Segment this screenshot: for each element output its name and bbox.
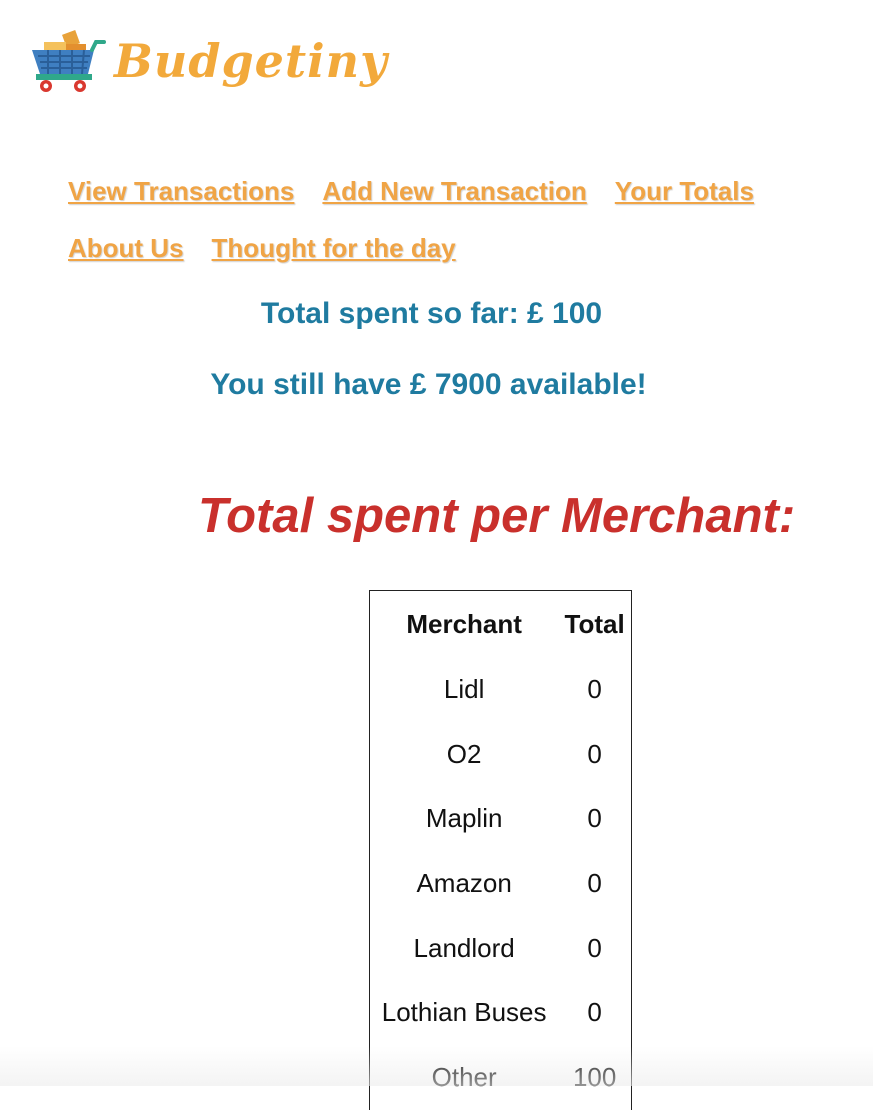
table-row: Lidl 0 [370,657,631,722]
nav-link-view-transactions[interactable]: View Transactions [68,176,294,207]
table-header-row: Merchant Total [370,591,631,657]
merchant-cell: Amazon [416,867,512,898]
merchant-totals-title: Total spent per Merchant: [198,489,796,543]
available-summary: You still have £ 7900 available! [210,368,647,401]
merchant-cell: Lidl [443,673,485,704]
total-cell: 0 [587,867,602,898]
nav-link-about-us[interactable]: About Us [68,233,184,264]
merchant-totals-table: Merchant Total Lidl 0 O2 0 Maplin 0 Amaz… [369,590,632,1110]
total-cell: 0 [587,932,602,963]
table-row: Other 100 [370,1045,631,1110]
brand-name: Budgetiny [114,34,388,88]
column-header-total: Total [564,608,625,639]
nav-link-add-new-transaction[interactable]: Add New Transaction [322,176,586,207]
nav-link-thought-for-the-day[interactable]: Thought for the day [212,233,456,264]
table-row: Landlord 0 [370,916,631,981]
merchant-cell: Maplin [425,803,503,834]
total-cell: 0 [587,997,602,1028]
brand-logo[interactable]: Budgetiny [30,28,388,94]
merchant-cell: O2 [446,738,482,769]
total-cell: 0 [587,738,602,769]
total-spent-summary: Total spent so far: £ 100 [260,297,603,330]
shopping-cart-icon [32,30,106,92]
table-row: Maplin 0 [370,786,631,851]
total-cell: 0 [587,803,602,834]
nav-link-your-totals[interactable]: Your Totals [615,176,754,207]
merchant-cell: Lothian Buses [381,997,547,1028]
main-nav: View Transactions Add New Transaction Yo… [68,176,828,290]
merchant-cell: Landlord [413,932,515,963]
table-row: Amazon 0 [370,851,631,916]
column-header-merchant: Merchant [406,608,522,639]
nav-row-2: About Us Thought for the day [68,233,828,290]
merchant-cell: Other [431,1062,497,1093]
total-cell: 0 [587,673,602,704]
table-row: O2 0 [370,722,631,787]
nav-row-1: View Transactions Add New Transaction Yo… [68,176,828,233]
table-row: Lothian Buses 0 [370,981,631,1046]
total-cell: 100 [572,1062,617,1093]
